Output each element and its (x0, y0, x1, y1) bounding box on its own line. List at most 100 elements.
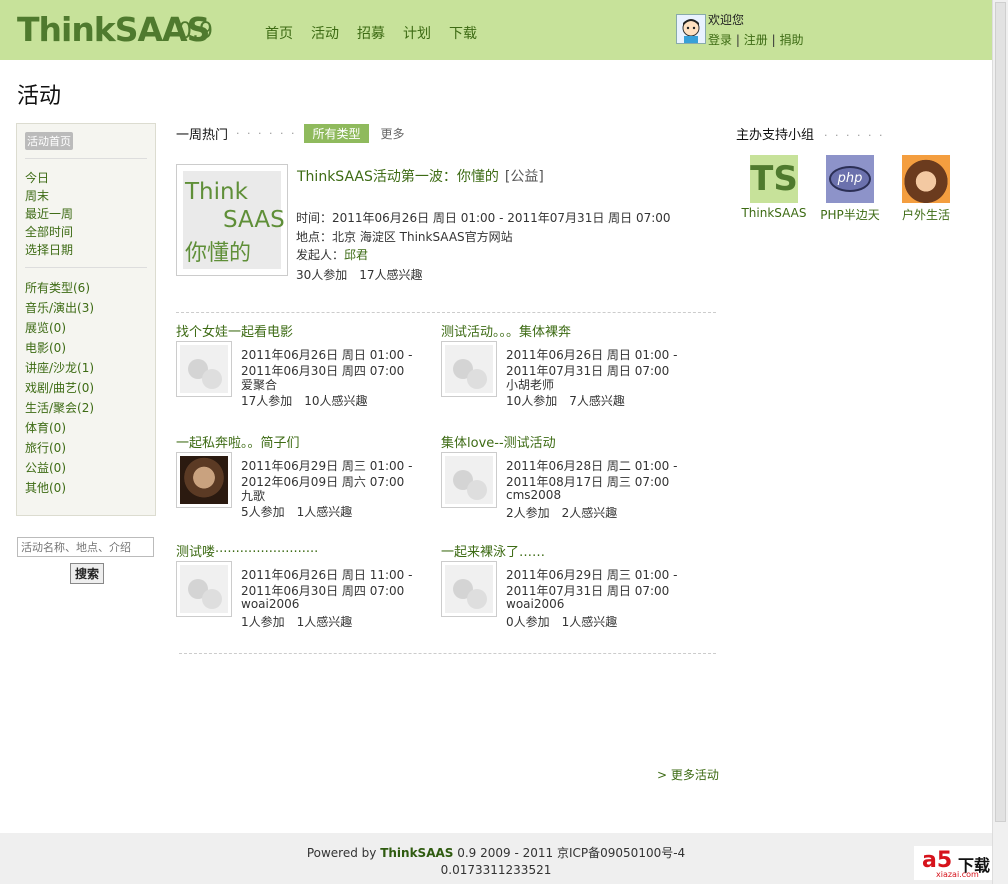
featured-title: ThinkSAAS活动第一波：你懂的 [公益] (297, 166, 544, 186)
header: ThinkSAAS 0.9 首页 活动 招募 计划 下载 欢迎您 登录 | 注册… (0, 0, 992, 60)
group-php[interactable]: php PHP半边天 (815, 155, 885, 223)
php-logo-icon: php (826, 155, 874, 203)
render-time: 0.0173311233521 (440, 863, 552, 877)
featured-title-link[interactable]: ThinkSAAS活动第一波：你懂的 (297, 169, 499, 185)
event-thumbnail[interactable] (441, 341, 497, 397)
placeholder-icon (445, 456, 493, 504)
filter-today[interactable]: 今日 (25, 169, 147, 187)
welcome-text: 欢迎您 (708, 13, 745, 27)
nav-events[interactable]: 活动 (311, 23, 339, 43)
event-time-start: 2011年06月26日 周日 01:00 - (506, 348, 678, 362)
filter-choose-date[interactable]: 选择日期 (25, 241, 147, 259)
event-user[interactable]: 小胡老师 (506, 376, 554, 393)
register-link[interactable]: 注册 (744, 33, 768, 47)
footer-prefix: Powered by (306, 846, 381, 860)
type-film[interactable]: 电影(0) (25, 338, 147, 358)
event-thumbnail[interactable] (176, 341, 232, 397)
event-title-link[interactable]: 一起来裸泳了…… (441, 541, 545, 560)
event-user[interactable]: 爱聚合 (241, 376, 277, 393)
event-title-link[interactable]: 找个女娃一起看电影 (176, 321, 293, 340)
event-time-start: 2011年06月29日 周三 01:00 - (506, 568, 678, 582)
event-thumbnail[interactable] (441, 452, 497, 508)
event-card: 集体love--测试活动 2011年06月28日 周二 01:00 - 2011… (441, 432, 701, 532)
type-travel[interactable]: 旅行(0) (25, 438, 147, 458)
donate-link[interactable]: 捐助 (779, 33, 803, 47)
organizer-label: 发起人： (296, 248, 345, 262)
featured-place: 地点：北京 海淀区 ThinkSAAS官方网站 (296, 230, 513, 244)
heading-dots: · · · · · · (236, 127, 297, 140)
nav-download[interactable]: 下载 (449, 23, 477, 43)
scrollbar-thumb[interactable] (995, 2, 1006, 822)
featured-tag: [公益] (504, 169, 544, 185)
event-thumbnail[interactable] (176, 452, 232, 508)
event-user[interactable]: 九歌 (241, 487, 265, 504)
event-card: 一起来裸泳了…… 2011年06月29日 周三 01:00 - 2011年07月… (441, 541, 701, 641)
featured-event: Think SAAS 你懂的 ThinkSAAS活动第一波：你懂的 [公益] 时间… (176, 164, 716, 284)
vertical-scrollbar[interactable] (992, 0, 1008, 884)
filter-week[interactable]: 最近一周 (25, 205, 147, 223)
event-time-start: 2011年06月29日 周三 01:00 - (241, 459, 413, 473)
divider (25, 267, 147, 268)
type-all[interactable]: 所有类型(6) (25, 278, 147, 298)
sidebar: 活动首页 今日 周末 最近一周 全部时间 选择日期 所有类型(6) 音乐/演出(… (16, 123, 156, 516)
event-user[interactable]: woai2006 (241, 597, 299, 611)
divider (179, 653, 716, 654)
nav-home[interactable]: 首页 (265, 23, 293, 43)
type-exhibition[interactable]: 展览(0) (25, 318, 147, 338)
page-title: 活动 (17, 84, 62, 109)
thumb-text: Think (185, 179, 248, 205)
groups-header: 主办支持小组 · · · · · · (736, 124, 884, 143)
group-name[interactable]: ThinkSAAS (739, 206, 809, 220)
login-link[interactable]: 登录 (708, 33, 732, 47)
thumb-text: 你懂的 (185, 241, 252, 266)
placeholder-icon (445, 565, 493, 613)
placeholder-icon (180, 565, 228, 613)
more-link[interactable]: 更多 (381, 125, 405, 142)
group-logo-icon: TS (750, 155, 798, 203)
sidebar-home-tag[interactable]: 活动首页 (25, 132, 73, 150)
type-charity[interactable]: 公益(0) (25, 458, 147, 478)
type-sports[interactable]: 体育(0) (25, 418, 147, 438)
type-filters: 所有类型(6) 音乐/演出(3) 展览(0) 电影(0) 讲座/沙龙(1) 戏剧… (25, 278, 147, 498)
group-name[interactable]: 户外生活 (891, 206, 961, 223)
event-user[interactable]: cms2008 (506, 488, 561, 502)
event-title-link[interactable]: 一起私奔啦。。简子们 (176, 432, 300, 451)
logo-version: 0.9 (178, 19, 213, 44)
event-stats: 0人参加 1人感兴趣 (506, 615, 618, 629)
event-title-link[interactable]: 测试活动。。。集体裸奔 (441, 321, 571, 340)
type-party[interactable]: 生活/聚会(2) (25, 398, 147, 418)
type-music[interactable]: 音乐/演出(3) (25, 298, 147, 318)
featured-thumbnail[interactable]: Think SAAS 你懂的 (176, 164, 288, 276)
auth-links: 登录 | 注册 | 捐助 (708, 31, 803, 48)
all-types-badge[interactable]: 所有类型 (304, 124, 369, 143)
group-outdoor[interactable]: 户外生活 (891, 155, 961, 223)
nav-recruit[interactable]: 招募 (357, 23, 385, 43)
footer-suffix: 0.9 2009 - 2011 京ICP备09050100号-4 (453, 846, 686, 860)
search-button[interactable]: 搜索 (70, 563, 104, 584)
group-thinksaas[interactable]: TS ThinkSAAS (739, 155, 809, 220)
filter-weekend[interactable]: 周末 (25, 187, 147, 205)
group-photo (902, 155, 950, 203)
user-avatar-icon[interactable] (676, 14, 706, 44)
more-events-link[interactable]: > 更多活动 (657, 766, 719, 783)
footer: Powered by ThinkSAAS 0.9 2009 - 2011 京IC… (0, 833, 992, 884)
type-drama[interactable]: 戏剧/曲艺(0) (25, 378, 147, 398)
placeholder-icon (180, 345, 228, 393)
type-other[interactable]: 其他(0) (25, 478, 147, 498)
groups-heading: 主办支持小组 (736, 128, 815, 143)
nav-plan[interactable]: 计划 (403, 23, 431, 43)
event-thumbnail[interactable] (441, 561, 497, 617)
footer-brand[interactable]: ThinkSAAS (380, 846, 453, 860)
organizer-link[interactable]: 邱君 (344, 248, 368, 262)
event-thumbnail[interactable] (176, 561, 232, 617)
event-user[interactable]: woai2006 (506, 597, 564, 611)
filter-all-time[interactable]: 全部时间 (25, 223, 147, 241)
divider (25, 158, 147, 159)
search-input[interactable] (17, 537, 154, 557)
type-lecture[interactable]: 讲座/沙龙(1) (25, 358, 147, 378)
event-stats: 2人参加 2人感兴趣 (506, 506, 618, 520)
event-title-link[interactable]: 测试喽························· (176, 541, 318, 560)
group-name[interactable]: PHP半边天 (815, 206, 885, 223)
event-title-link[interactable]: 集体love--测试活动 (441, 432, 556, 451)
featured-time: 时间：2011年06月26日 周日 01:00 - 2011年07月31日 周日… (296, 211, 671, 225)
